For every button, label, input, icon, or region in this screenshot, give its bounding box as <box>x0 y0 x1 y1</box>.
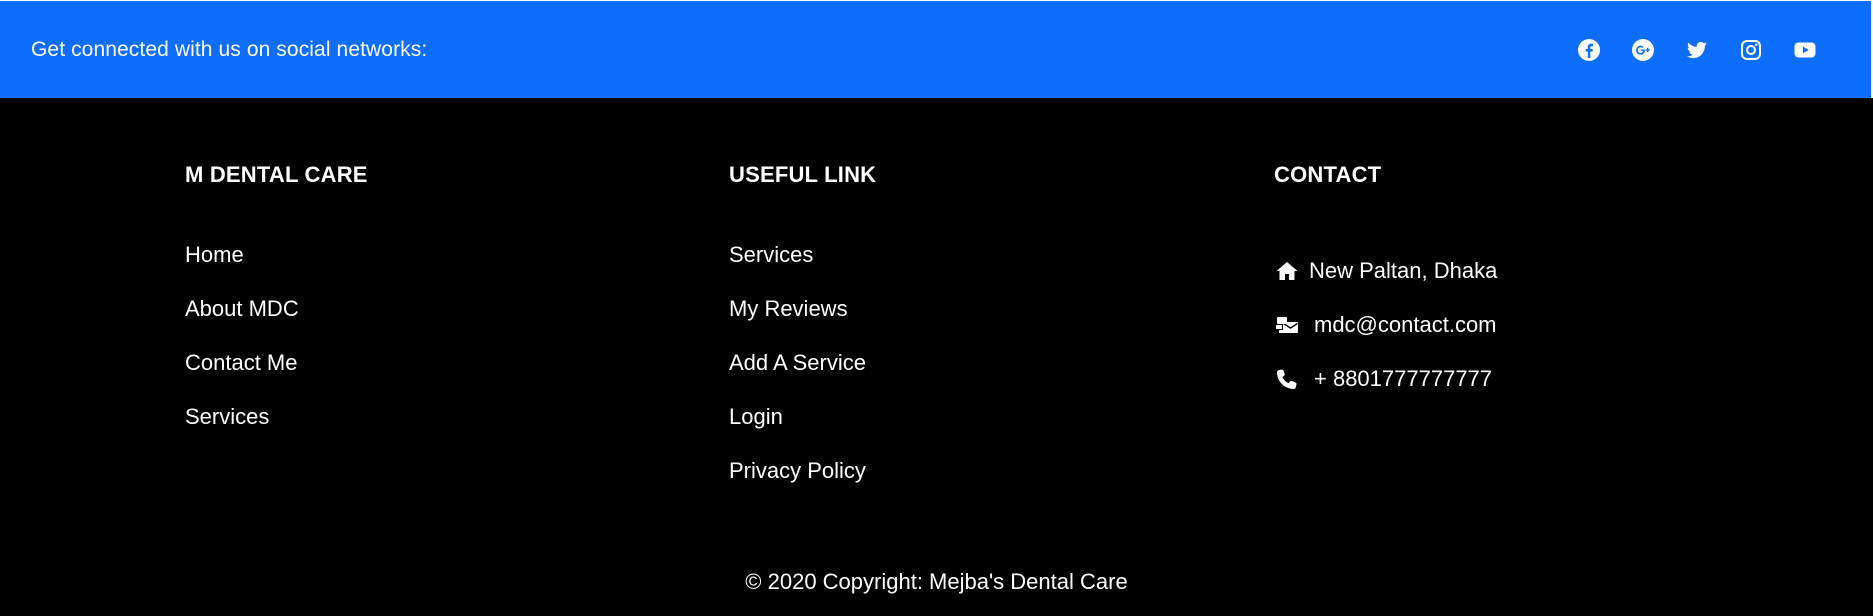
contact-list: New Paltan, Dhaka mdc@contact.com + 8801… <box>1274 244 1497 406</box>
youtube-icon[interactable] <box>1793 38 1817 62</box>
social-icons <box>1577 38 1817 62</box>
footer-link-login[interactable]: Login <box>729 404 783 429</box>
footer-link-privacy-policy[interactable]: Privacy Policy <box>729 458 866 483</box>
list-item: My Reviews <box>729 298 866 352</box>
footer-link-home[interactable]: Home <box>185 242 244 267</box>
copyright-text: © 2020 Copyright: Mejba's Dental Care <box>745 569 1128 594</box>
google-icon[interactable] <box>1631 38 1655 62</box>
list-item: Services <box>185 406 299 460</box>
list-item: About MDC <box>185 298 299 352</box>
footer-link-contact[interactable]: Contact Me <box>185 350 298 375</box>
brand-links: Home About MDC Contact Me Services <box>185 244 299 460</box>
list-item: Services <box>729 244 866 298</box>
contact-address-text: New Paltan, Dhaka <box>1309 258 1498 283</box>
contact-phone-text: + 8801777777777 <box>1314 366 1493 391</box>
contact-address: New Paltan, Dhaka <box>1274 244 1497 298</box>
contact-email: mdc@contact.com <box>1274 298 1497 352</box>
instagram-icon[interactable] <box>1739 38 1763 62</box>
useful-links-title: USEFUL LINK <box>729 162 877 187</box>
list-item: Login <box>729 406 866 460</box>
list-item: Home <box>185 244 299 298</box>
home-icon <box>1274 258 1300 284</box>
page: Get connected with us on social networks… <box>0 0 1873 616</box>
social-bar-text: Get connected with us on social networks… <box>31 37 428 61</box>
footer-link-my-reviews[interactable]: My Reviews <box>729 296 848 321</box>
brand-title: M DENTAL CARE <box>185 162 368 187</box>
contact-email-text: mdc@contact.com <box>1314 312 1497 337</box>
footer-main: M DENTAL CARE Home About MDC Contact Me … <box>0 98 1873 616</box>
list-item: Privacy Policy <box>729 460 866 514</box>
list-item: Add A Service <box>729 352 866 406</box>
contact-phone: + 8801777777777 <box>1274 352 1497 406</box>
contact-title: CONTACT <box>1274 162 1382 187</box>
list-item: Contact Me <box>185 352 299 406</box>
phone-icon <box>1274 366 1300 392</box>
copyright: © 2020 Copyright: Mejba's Dental Care <box>0 569 1873 595</box>
social-bar: Get connected with us on social networks… <box>0 1 1871 98</box>
footer-link-services-2[interactable]: Services <box>729 242 813 267</box>
footer-link-services[interactable]: Services <box>185 404 269 429</box>
facebook-icon[interactable] <box>1577 38 1601 62</box>
footer-link-about[interactable]: About MDC <box>185 296 299 321</box>
mail-bulk-icon <box>1274 312 1300 338</box>
twitter-icon[interactable] <box>1685 38 1709 62</box>
footer-link-add-service[interactable]: Add A Service <box>729 350 866 375</box>
useful-links: Services My Reviews Add A Service Login … <box>729 244 866 514</box>
